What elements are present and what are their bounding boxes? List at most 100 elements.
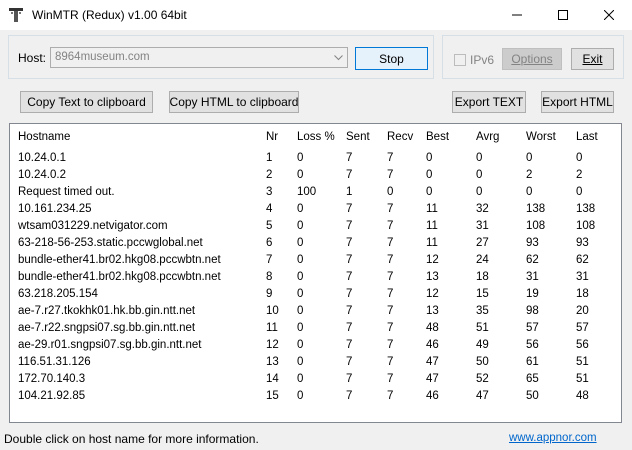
cell-hostname[interactable]: ae-7.r27.tkokhk01.hk.bb.gin.ntt.net [18,305,195,317]
table-row[interactable]: 63.218.205.154 9 0 7 7 12 15 19 18 [10,288,621,305]
table-row[interactable]: bundle-ether41.br02.hkg08.pccwbtn.net 7 0 7… [10,254,621,271]
cell-hostname[interactable]: wtsam031229.netvigator.com [18,220,168,232]
cell-sent: 1 [346,186,353,198]
winmtr-app-icon [9,8,23,22]
cell-hostname[interactable]: bundle-ether41.br02.hkg08.pccwbtn.net [18,254,221,266]
cell-avrg: 18 [476,271,489,283]
table-row[interactable]: 116.51.31.126 13 0 7 7 47 50 61 51 [10,356,621,373]
results-table[interactable]: Hostname Nr Loss % Sent Recv Best Avrg Worst Las… [9,123,622,423]
cell-avrg: 24 [476,254,489,266]
cell-loss: 0 [297,322,304,334]
table-row[interactable]: 172.70.140.3 14 0 7 7 47 52 65 51 [10,373,621,390]
ipv6-checkbox[interactable] [454,54,466,66]
cell-loss: 0 [297,169,304,181]
cell-recv: 7 [387,373,394,385]
exit-label: Exit [582,52,603,66]
cell-best: 46 [426,390,439,402]
cell-sent: 7 [346,220,353,232]
table-row[interactable]: 10.24.0.1 1 0 7 7 0 0 0 0 [10,152,621,169]
cell-worst: 31 [526,271,539,283]
cell-sent: 7 [346,390,353,402]
column-header-hostname[interactable]: Hostname [18,131,70,143]
maximize-icon [558,10,568,20]
window-title: WinMTR (Redux) v1.00 64bit [32,8,187,22]
table-row[interactable]: 63-218-56-253.static.pccwglobal.net 6 0 7 7 1… [10,237,621,254]
cell-hostname[interactable]: 10.24.0.1 [18,152,66,164]
cell-loss: 0 [297,152,304,164]
copy-text-button[interactable]: Copy Text to clipboard [20,91,153,113]
table-row[interactable]: Request timed out. 3 100 1 0 0 0 0 0 [10,186,621,203]
table-row[interactable]: ae-29.r01.sngpsi07.sg.bb.gin.ntt.net 12 0 7… [10,339,621,356]
table-header: Hostname Nr Loss % Sent Recv Best Avrg Worst Las… [10,131,621,148]
cell-recv: 7 [387,390,394,402]
cell-best: 47 [426,373,439,385]
table-row[interactable]: 104.21.92.85 15 0 7 7 46 47 50 48 [10,390,621,407]
title-bar[interactable]: WinMTR (Redux) v1.00 64bit [0,0,632,30]
export-text-button[interactable]: Export TEXT [452,91,526,113]
cell-recv: 7 [387,288,394,300]
copy-html-button[interactable]: Copy HTML to clipboard [169,91,299,113]
cell-avrg: 32 [476,203,489,215]
column-header-last[interactable]: Last [576,131,598,143]
cell-sent: 7 [346,169,353,181]
column-header-worst[interactable]: Worst [526,131,556,143]
cell-hostname[interactable]: 10.24.0.2 [18,169,66,181]
table-row[interactable]: wtsam031229.netvigator.com 5 0 7 7 11 31 108 108 [10,220,621,237]
close-button[interactable] [586,0,632,30]
cell-worst: 61 [526,356,539,368]
table-row[interactable]: bundle-ether41.br02.hkg08.pccwbtn.net 8 0 7… [10,271,621,288]
exit-button[interactable]: Exit [571,48,614,70]
cell-best: 0 [426,169,433,181]
table-row[interactable]: ae-7.r27.tkokhk01.hk.bb.gin.ntt.net 10 0 7 7… [10,305,621,322]
cell-last: 93 [576,237,589,249]
maximize-button[interactable] [540,0,586,30]
cell-worst: 98 [526,305,539,317]
cell-nr: 9 [266,288,273,300]
options-label: Options [511,52,553,66]
cell-nr: 8 [266,271,273,283]
column-header-recv[interactable]: Recv [387,131,413,143]
cell-hostname[interactable]: 116.51.31.126 [18,356,91,368]
cell-recv: 0 [387,186,394,198]
cell-sent: 7 [346,203,353,215]
cell-hostname[interactable]: ae-29.r01.sngpsi07.sg.bb.gin.ntt.net [18,339,202,351]
cell-hostname[interactable]: Request timed out. [18,186,115,198]
cell-avrg: 0 [476,152,483,164]
cell-hostname[interactable]: 63.218.205.154 [18,288,98,300]
cell-worst: 0 [526,152,533,164]
cell-best: 12 [426,288,439,300]
minimize-button[interactable] [494,0,540,30]
website-link[interactable]: www.appnor.com [509,432,597,444]
cell-hostname[interactable]: 10.161.234.25 [18,203,92,215]
combo-dropdown-button[interactable] [330,48,347,67]
stop-button[interactable]: Stop [355,47,428,70]
column-header-avrg[interactable]: Avrg [476,131,499,143]
cell-hostname[interactable]: 172.70.140.3 [18,373,85,385]
cell-hostname[interactable]: ae-7.r22.sngpsi07.sg.bb.gin.ntt.net [18,322,195,334]
cell-avrg: 31 [476,220,489,232]
table-row[interactable]: 10.24.0.2 2 0 7 7 0 0 2 2 [10,169,621,186]
column-header-nr[interactable]: Nr [266,131,278,143]
options-button[interactable]: Options [502,48,562,70]
cell-last: 51 [576,356,589,368]
host-combobox[interactable]: 8964museum.com [50,47,348,68]
cell-nr: 12 [266,339,279,351]
cell-recv: 7 [387,169,394,181]
column-header-best[interactable]: Best [426,131,449,143]
cell-sent: 7 [346,288,353,300]
table-row[interactable]: ae-7.r22.sngpsi07.sg.bb.gin.ntt.net 11 0 7 7… [10,322,621,339]
export-html-button[interactable]: Export HTML [541,91,614,113]
cell-loss: 0 [297,220,304,232]
column-header-loss[interactable]: Loss % [297,131,335,143]
cell-hostname[interactable]: bundle-ether41.br02.hkg08.pccwbtn.net [18,271,221,283]
cell-recv: 7 [387,271,394,283]
cell-sent: 7 [346,356,353,368]
cell-sent: 7 [346,373,353,385]
cell-avrg: 15 [476,288,489,300]
cell-hostname[interactable]: 104.21.92.85 [18,390,85,402]
cell-hostname[interactable]: 63-218-56-253.static.pccwglobal.net [18,237,203,249]
cell-avrg: 0 [476,186,483,198]
column-header-sent[interactable]: Sent [346,131,370,143]
cell-best: 11 [426,220,438,232]
table-row[interactable]: 10.161.234.25 4 0 7 7 11 32 138 138 [10,203,621,220]
